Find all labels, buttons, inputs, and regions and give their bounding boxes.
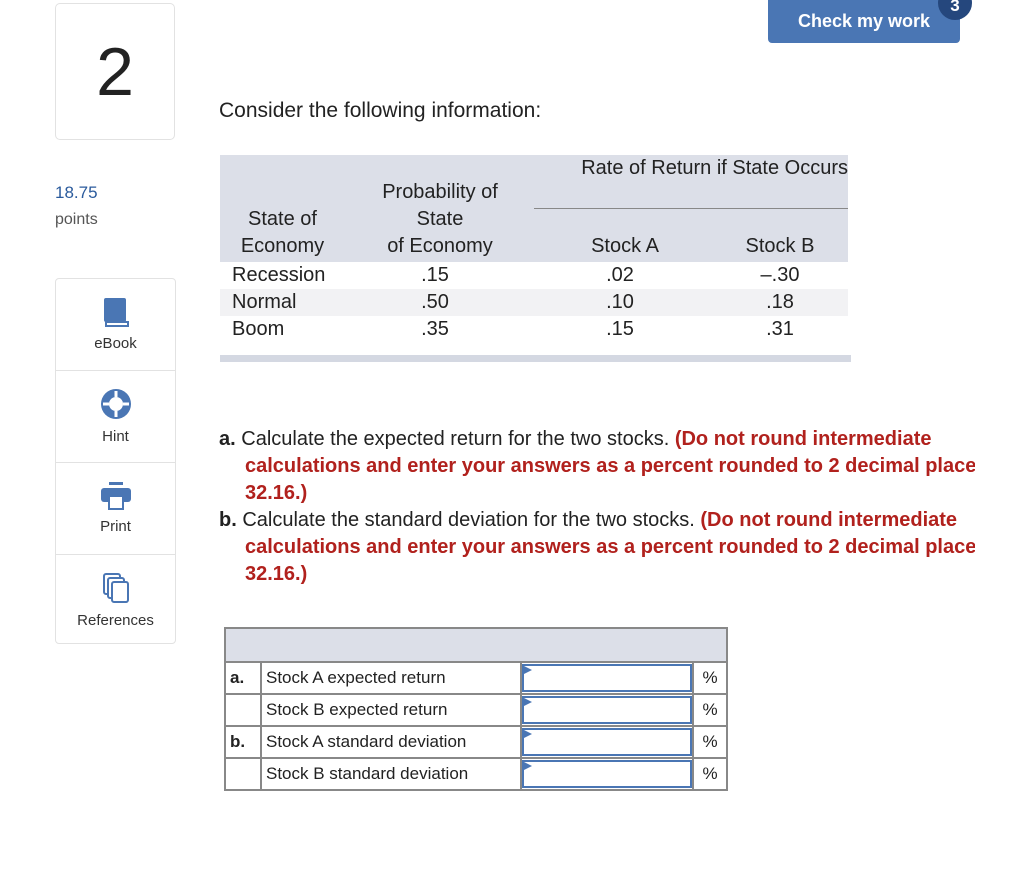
state-cell: Normal <box>232 291 297 313</box>
prob-cell: .15 <box>421 264 449 286</box>
ebook-label: eBook <box>94 335 137 352</box>
state-cell: Recession <box>232 264 326 286</box>
table-row: Stock B standard deviation % <box>224 757 728 791</box>
state-cell: Boom <box>232 318 285 340</box>
table-row: a. Stock A expected return % <box>224 661 728 695</box>
stock-a-std-dev-input[interactable] <box>522 728 692 756</box>
col-header-stock-b: Stock B <box>745 235 815 257</box>
part-b-text: Calculate the standard deviation for the… <box>242 509 695 531</box>
group-header: Rate of Return if State Occurs <box>581 157 848 179</box>
unit-label: % <box>692 757 728 791</box>
col-header-prob-1: Probability of <box>382 181 498 203</box>
part-a-label: a. <box>219 428 236 450</box>
group-divider <box>534 208 848 209</box>
documents-icon <box>102 573 129 603</box>
lifebuoy-icon <box>100 389 131 419</box>
prob-cell: .35 <box>421 318 449 340</box>
part-b-note: calculations and enter your answers as a… <box>245 536 975 558</box>
stock-a-expected-return-input[interactable] <box>522 664 692 692</box>
answer-label: Stock A expected return <box>260 661 522 695</box>
col-header-state-2: Economy <box>240 235 325 257</box>
question-number: 2 <box>55 3 175 140</box>
instructions: a. Calculate the expected return for the… <box>219 426 975 588</box>
stock-b-std-dev-input[interactable] <box>522 760 692 788</box>
stock-a-cell: .02 <box>606 264 634 286</box>
prob-cell: .50 <box>421 291 449 313</box>
ebook-button[interactable]: eBook <box>56 279 175 371</box>
intro-text: Consider the following information: <box>219 99 542 122</box>
table-bottom-rule <box>220 355 851 362</box>
unit-label: % <box>692 661 728 695</box>
answer-label: Stock A standard deviation <box>260 725 522 759</box>
print-label: Print <box>100 518 131 535</box>
answer-label: Stock B standard deviation <box>260 757 522 791</box>
part-b-label: b. <box>219 509 237 531</box>
table-row: Stock B expected return % <box>224 693 728 727</box>
references-label: References <box>77 612 154 629</box>
part-a-note: calculations and enter your answers as a… <box>245 455 975 477</box>
references-button[interactable]: References <box>56 555 175 646</box>
part-a-note: (Do not round intermediate <box>674 428 932 450</box>
part-label <box>224 693 262 727</box>
check-my-work-button[interactable]: Check my work <box>768 0 960 43</box>
col-header-prob-2: State <box>416 208 464 230</box>
unit-label: % <box>692 725 728 759</box>
part-a-note: 32.16.) <box>245 482 308 504</box>
stock-b-expected-return-input[interactable] <box>522 696 692 724</box>
part-label: b. <box>224 725 262 759</box>
col-header-prob-3: of Economy <box>387 235 493 257</box>
book-icon <box>103 298 129 327</box>
part-a-text: Calculate the expected return for the tw… <box>241 428 670 450</box>
stock-a-cell: .15 <box>606 318 634 340</box>
col-header-state-1: State of <box>248 208 317 230</box>
tools-panel: eBook Hint Print References <box>55 278 176 644</box>
part-label <box>224 757 262 791</box>
part-b-note: 32.16.) <box>245 563 308 585</box>
answer-table-header <box>224 627 728 663</box>
col-header-stock-a: Stock A <box>591 235 659 257</box>
stock-a-cell: .10 <box>606 291 634 313</box>
table-row: b. Stock A standard deviation % <box>224 725 728 759</box>
part-label: a. <box>224 661 262 695</box>
answer-table: a. Stock A expected return % Stock B exp… <box>224 627 728 791</box>
stock-b-cell: –.30 <box>760 264 800 286</box>
part-b-note: (Do not round intermediate <box>700 509 958 531</box>
points-value: 18.75 <box>55 183 98 202</box>
printer-icon <box>100 482 131 510</box>
answer-label: Stock B expected return <box>260 693 522 727</box>
points-label: points <box>55 211 98 228</box>
unit-label: % <box>692 693 728 727</box>
stock-b-cell: .18 <box>766 291 794 313</box>
hint-label: Hint <box>102 428 129 445</box>
hint-button[interactable]: Hint <box>56 371 175 463</box>
print-button[interactable]: Print <box>56 463 175 555</box>
stock-b-cell: .31 <box>766 318 794 340</box>
